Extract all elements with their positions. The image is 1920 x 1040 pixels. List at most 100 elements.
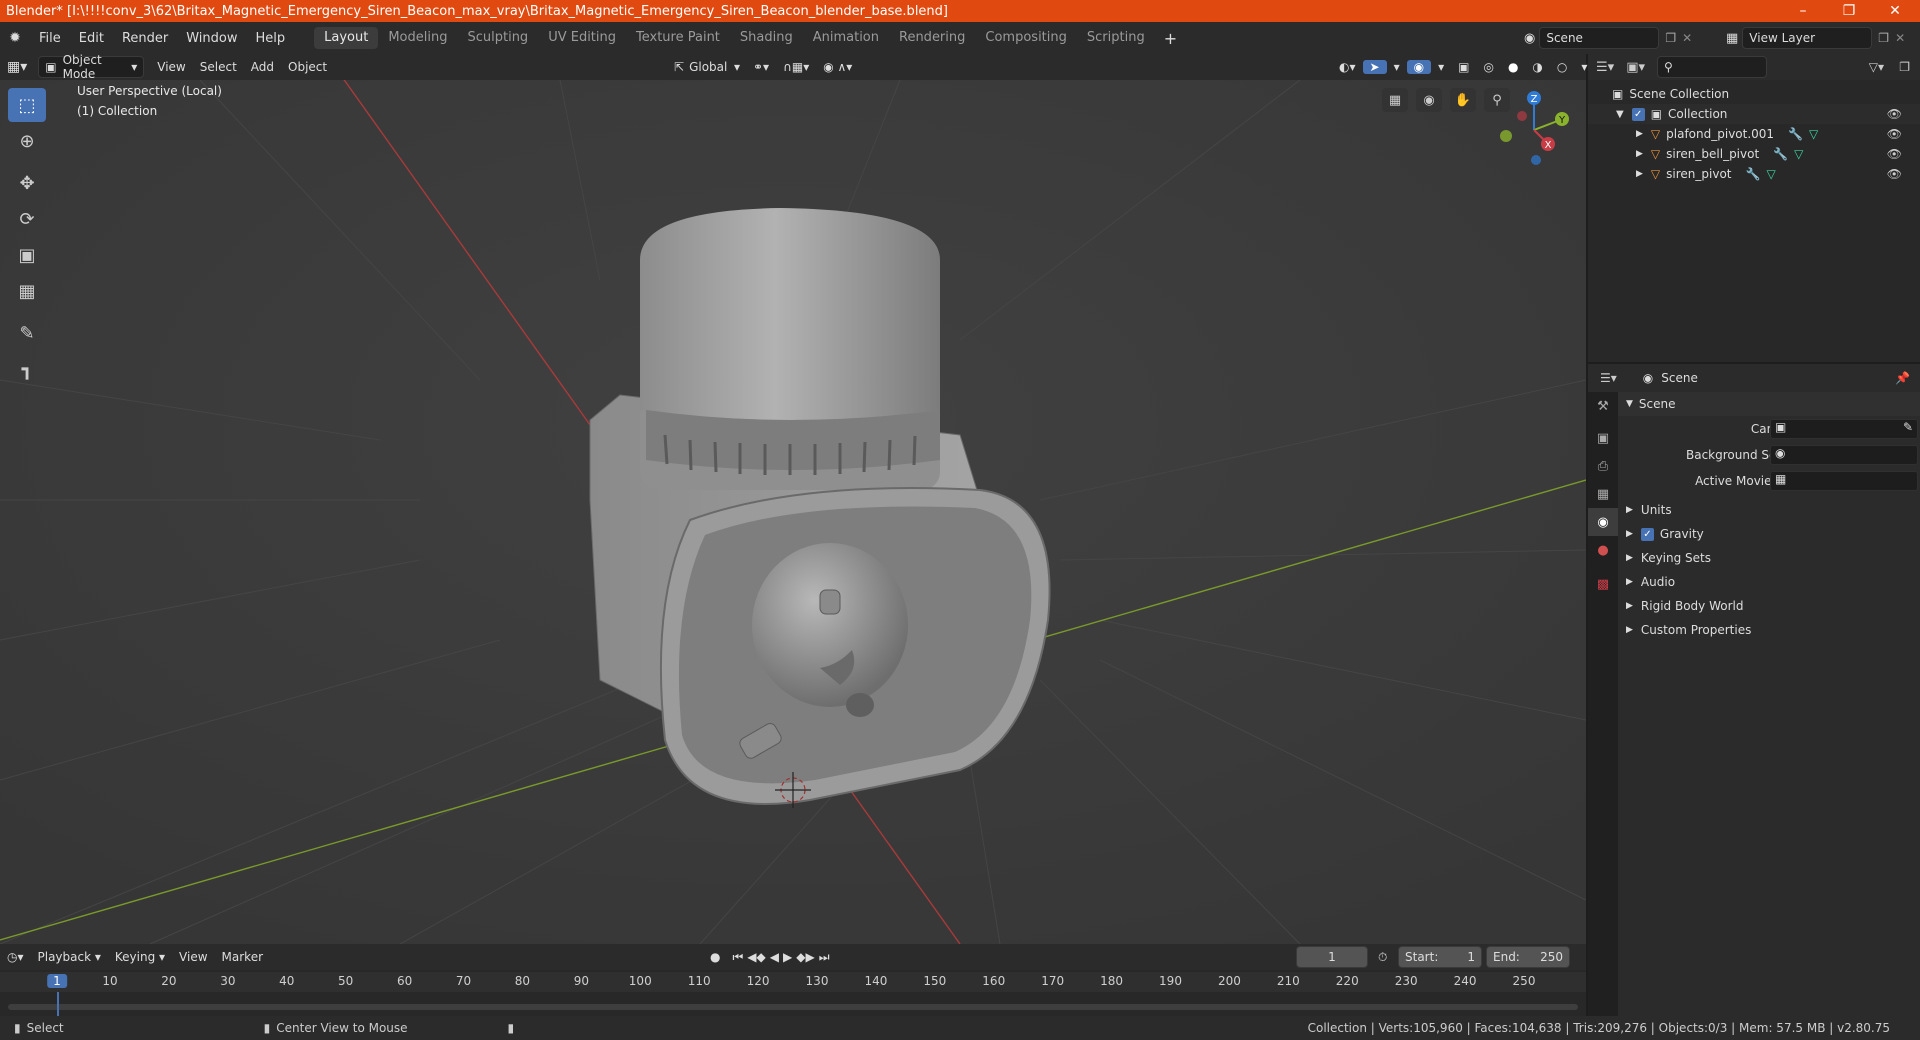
outliner-row-scene-collection[interactable]: ▣ Scene Collection <box>1588 84 1920 104</box>
menu-edit[interactable]: Edit <box>70 31 113 46</box>
editor-type-icon[interactable]: ▦▾ <box>0 59 34 75</box>
pivot-point-icon[interactable]: ⚭▾ <box>746 60 776 74</box>
mesh-data-icon[interactable]: ▽ <box>1794 147 1803 161</box>
wireframe-shading-icon[interactable]: ◎ <box>1476 60 1500 74</box>
eye-icon[interactable]: 👁 <box>1887 147 1902 161</box>
eye-icon[interactable]: 👁 <box>1887 167 1902 181</box>
add-workspace-icon[interactable]: + <box>1155 29 1186 48</box>
panel-keying-sets[interactable]: ▶ Keying Sets <box>1618 546 1920 570</box>
tab-modeling[interactable]: Modeling <box>378 27 457 49</box>
menu-window[interactable]: Window <box>177 31 246 46</box>
blender-logo-icon[interactable]: ✹ <box>0 30 30 46</box>
outliner-row-object[interactable]: ▶ ▽ siren_pivot 🔧 ▽ 👁 <box>1588 164 1920 184</box>
end-frame-field[interactable]: End: 250 <box>1486 946 1570 968</box>
annotate-tool-icon[interactable]: ✎ <box>8 316 46 350</box>
move-tool-icon[interactable]: ✥ <box>8 166 46 200</box>
outliner-row-object[interactable]: ▶ ▽ plafond_pivot.001 🔧 ▽ 👁 <box>1588 124 1920 144</box>
navigation-gizmo[interactable]: Z Y X <box>1490 84 1580 174</box>
cursor-tool-icon[interactable]: ⊕ <box>8 124 46 158</box>
expand-arrow-icon[interactable]: ▶ <box>1636 129 1643 139</box>
filter-icon[interactable]: ▽▾ <box>1869 60 1884 74</box>
rotate-tool-icon[interactable]: ⟳ <box>8 202 46 236</box>
panel-header-scene[interactable]: ▼ Scene <box>1618 392 1920 416</box>
outliner-editor-icon[interactable]: ☰▾ <box>1596 60 1614 75</box>
mesh-data-icon[interactable]: ▽ <box>1766 167 1775 181</box>
new-scene-icon[interactable]: ❐ <box>1665 31 1676 45</box>
output-tab-icon[interactable]: ⎙ <box>1588 452 1618 480</box>
maximize-button[interactable]: ❐ <box>1826 0 1872 22</box>
timeline-ruler[interactable]: 1 10 20 30 40 50 60 70 80 90 100 110 120 130 140 150 160… <box>0 970 1586 1016</box>
modifier-wrench-icon[interactable]: 🔧 <box>1773 147 1788 161</box>
eye-icon[interactable]: 👁 <box>1887 107 1902 121</box>
outliner-row-object[interactable]: ▶ ▽ siren_bell_pivot 🔧 ▽ 👁 <box>1588 144 1920 164</box>
tab-rendering[interactable]: Rendering <box>889 27 975 49</box>
measure-tool-icon[interactable]: ┓ <box>8 352 46 386</box>
transform-tool-icon[interactable]: ▦ <box>8 274 46 308</box>
viewport-menu-object[interactable]: Object <box>281 60 334 74</box>
properties-editor-icon[interactable]: ☰▾ <box>1600 371 1617 385</box>
eye-icon[interactable]: 👁 <box>1887 127 1902 141</box>
tab-shading[interactable]: Shading <box>730 27 803 49</box>
scale-tool-icon[interactable]: ▣ <box>8 238 46 272</box>
tab-uv-editing[interactable]: UV Editing <box>538 27 626 49</box>
3d-viewport[interactable]: User Perspective (Local) (1) Collection … <box>0 80 1586 944</box>
rendered-shading-icon[interactable]: ○ <box>1550 60 1574 74</box>
record-icon[interactable]: ● <box>710 950 720 965</box>
tab-compositing[interactable]: Compositing <box>975 27 1077 49</box>
outliner-row-collection[interactable]: ▼ ✓ ▣ Collection 👁 <box>1588 104 1920 124</box>
gizmo-toggle-icon[interactable]: ➤ <box>1362 60 1387 74</box>
outliner-search-input[interactable]: ⚲ <box>1657 56 1767 78</box>
visibility-icon[interactable]: ◐▾ <box>1332 60 1363 74</box>
toggle-camera-grid-icon[interactable]: ▦ <box>1382 88 1408 112</box>
expand-arrow-icon[interactable]: ▶ <box>1636 149 1643 159</box>
timeline-menu-marker[interactable]: Marker <box>215 950 270 964</box>
tab-animation[interactable]: Animation <box>803 27 889 49</box>
tab-texture-paint[interactable]: Texture Paint <box>626 27 730 49</box>
world-tab-icon[interactable]: ● <box>1588 536 1618 564</box>
prev-keyframe-icon[interactable]: ◀◆ <box>747 950 765 965</box>
material-shading-icon[interactable]: ◑ <box>1525 60 1549 74</box>
orientation-selector[interactable]: ⇱ Global ▾ <box>668 56 746 78</box>
panel-units[interactable]: ▶ Units <box>1618 498 1920 522</box>
remove-scene-icon[interactable]: ✕ <box>1682 31 1692 45</box>
current-frame-field[interactable]: 1 <box>1296 946 1368 968</box>
mesh-data-icon[interactable]: ▽ <box>1809 127 1818 141</box>
scene-field[interactable]: Scene <box>1539 27 1660 49</box>
timeline-menu-view[interactable]: View <box>172 950 214 964</box>
pin-icon[interactable]: 📌 <box>1895 371 1910 385</box>
remove-view-layer-icon[interactable]: ✕ <box>1895 31 1905 45</box>
proportional-edit-icon[interactable]: ◉ ∧▾ <box>816 60 859 74</box>
stopwatch-icon[interactable]: ⏱ <box>1378 950 1387 965</box>
camera-view-icon[interactable]: ◉ <box>1416 88 1442 112</box>
mode-selector[interactable]: ▣ Object Mode ▾ <box>38 53 145 81</box>
eyedropper-icon[interactable]: ✎ <box>1903 420 1913 434</box>
scene-tab-icon[interactable]: ◉ <box>1588 508 1618 536</box>
neg-y-axis-icon[interactable] <box>1500 130 1512 142</box>
new-collection-icon[interactable]: ❐ <box>1899 60 1910 74</box>
snap-icon[interactable]: ∩▦▾ <box>776 60 816 74</box>
gizmo-menu-icon[interactable]: ▾ <box>1387 60 1407 74</box>
timeline-scrollbar[interactable] <box>8 1004 1578 1010</box>
viewport-menu-select[interactable]: Select <box>193 60 244 74</box>
display-mode-icon[interactable]: ▣▾ <box>1626 60 1645 75</box>
view-layer-field[interactable]: View Layer <box>1742 27 1873 49</box>
render-tab-icon[interactable]: ▣ <box>1588 424 1618 452</box>
pan-hand-icon[interactable]: ✋ <box>1450 88 1476 112</box>
expand-arrow-icon[interactable]: ▶ <box>1636 169 1643 179</box>
panel-custom-properties[interactable]: ▶ Custom Properties <box>1618 618 1920 642</box>
neg-z-axis-icon[interactable] <box>1531 155 1541 165</box>
xray-icon[interactable]: ▣ <box>1451 60 1476 74</box>
solid-shading-icon[interactable]: ● <box>1501 60 1525 74</box>
scene-selector-icon[interactable]: ◉ <box>1524 31 1535 46</box>
tab-layout[interactable]: Layout <box>314 27 379 49</box>
select-box-tool-icon[interactable]: ⬚ <box>8 88 46 122</box>
viewport-menu-view[interactable]: View <box>150 60 192 74</box>
texture-tab-icon[interactable]: ▩ <box>1588 570 1618 598</box>
view-layer-icon[interactable]: ▦ <box>1726 31 1738 46</box>
timeline-editor-icon[interactable]: ◷▾ <box>0 950 31 964</box>
background-scene-field[interactable]: ◉ <box>1770 445 1918 465</box>
play-reverse-icon[interactable]: ◀ <box>770 950 779 965</box>
modifier-wrench-icon[interactable]: 🔧 <box>1746 167 1761 181</box>
next-keyframe-icon[interactable]: ◆▶ <box>796 950 814 965</box>
tab-scripting[interactable]: Scripting <box>1077 27 1155 49</box>
